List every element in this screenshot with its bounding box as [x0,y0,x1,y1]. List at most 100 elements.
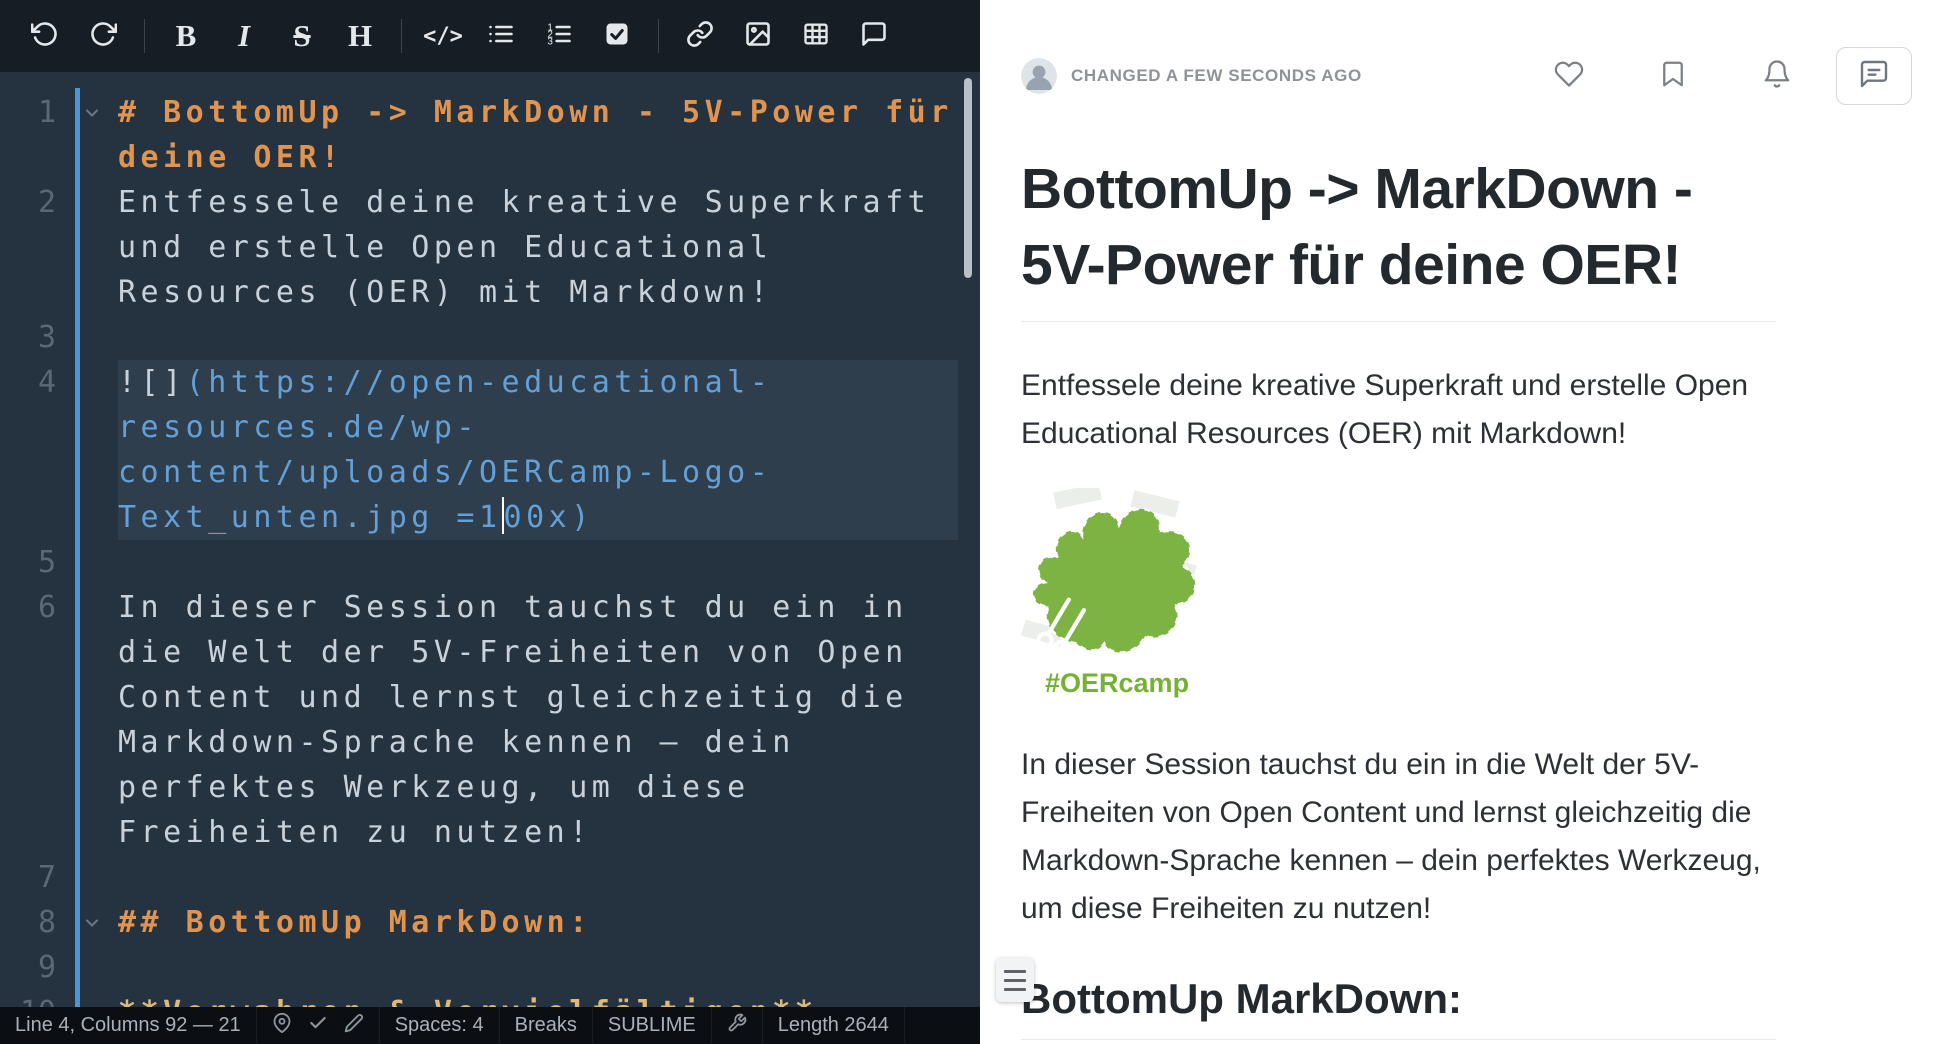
toolbar-separator [144,19,145,53]
editor-line[interactable]: 8 ## BottomUp MarkDown: [0,900,980,945]
editor-line-active[interactable]: 4 ![](https://open-educational-resources… [0,360,980,540]
bullet-list-button[interactable] [476,11,526,61]
code-line-text[interactable] [118,315,958,360]
task-list-icon [603,20,631,53]
image-button[interactable] [733,11,783,61]
code-line-text[interactable] [118,855,958,900]
code-editor[interactable]: 1 # BottomUp -> MarkDown - 5V-Power für … [0,72,980,1007]
line-number: 5 [0,540,56,585]
fold-gutter [56,585,118,855]
bell-icon [1762,59,1792,94]
line-number: 10 [0,990,56,1007]
fold-gutter[interactable] [56,900,118,945]
code-line-text[interactable] [118,945,958,990]
toolbar-separator [658,19,659,53]
linebreak-setting[interactable]: Breaks [500,1007,593,1044]
notifications-button[interactable] [1754,53,1800,99]
undo-button[interactable] [20,11,70,61]
brush-icon[interactable] [344,1013,364,1039]
italic-button[interactable]: I [219,11,269,61]
check-icon[interactable] [308,1013,328,1039]
chevron-down-icon [82,913,102,933]
intro-paragraph: Entfessele deine kreative Superkraft und… [1021,362,1776,458]
preferences-button[interactable] [712,1007,763,1044]
indent-setting[interactable]: Spaces: 4 [380,1007,500,1044]
markdown-editor-app: B I S H </> 123 [0,0,1938,1044]
heading-icon: H [348,18,372,54]
ordered-list-button[interactable]: 123 [534,11,584,61]
editor-line[interactable]: 3 [0,315,980,360]
strikethrough-button[interactable]: S [277,11,327,61]
code-icon: </> [423,24,463,49]
keymap-setting[interactable]: SUBLIME [593,1007,712,1044]
bullet-list-icon [487,20,515,53]
fold-gutter [56,990,118,1007]
oercamp-logo-image [1021,488,1206,660]
like-button[interactable] [1546,53,1592,99]
cursor-position: Line 4, Columns 92 — 21 [0,1007,257,1044]
link-button[interactable] [675,11,725,61]
image-icon [744,20,772,53]
editor-line[interactable]: 7 [0,855,980,900]
fold-gutter [56,315,118,360]
code-line-text[interactable]: Entfessele deine kreative Superkraft und… [118,180,958,315]
ordered-list-icon: 123 [545,20,573,53]
fold-gutter [56,855,118,900]
editor-line[interactable]: 10 **Verwahren & Vervielfältigen** [0,990,980,1007]
pin-icon[interactable] [272,1013,292,1039]
comment-button[interactable] [849,11,899,61]
code-button[interactable]: </> [418,11,468,61]
image-url: (https://open-educational-resources.de/w… [118,365,772,535]
line-number: 7 [0,855,56,900]
editor-pane: B I S H </> 123 [0,0,980,1044]
fold-gutter[interactable] [56,90,118,180]
line-number: 9 [0,945,56,990]
bold-button[interactable]: B [161,11,211,61]
code-line-text[interactable]: **Verwahren & Vervielfältigen** [118,990,958,1007]
code-line-text[interactable]: ![](https://open-educational-resources.d… [118,360,958,540]
line-number: 8 [0,900,56,945]
open-comments-button[interactable] [1836,47,1912,105]
editor-line[interactable]: 6 In dieser Session tauchst du ein in di… [0,585,980,855]
task-list-button[interactable] [592,11,642,61]
editor-line[interactable]: 1 # BottomUp -> MarkDown - 5V-Power für … [0,90,980,180]
line-number: 2 [0,180,56,315]
pane-resize-handle[interactable] [996,958,1034,1002]
redo-button[interactable] [78,11,128,61]
bookmark-button[interactable] [1650,53,1696,99]
editor-line[interactable]: 5 [0,540,980,585]
session-paragraph: In dieser Session tauchst du ein in die … [1021,741,1776,933]
fold-gutter [56,945,118,990]
heart-icon [1554,59,1584,94]
line-number: 3 [0,315,56,360]
fold-gutter [56,180,118,315]
rendered-markdown: BottomUp -> MarkDown - 5V-Power für dein… [980,151,1776,1040]
page-title: BottomUp -> MarkDown - 5V-Power für dein… [1021,151,1776,322]
bookmark-icon [1658,59,1688,94]
bold-icon: B [176,18,197,54]
table-button[interactable] [791,11,841,61]
avatar[interactable] [1021,58,1057,94]
code-line-text[interactable]: In dieser Session tauchst du ein in die … [118,585,958,855]
comment-icon [860,20,888,53]
editor-line[interactable]: 9 [0,945,980,990]
code-line-text[interactable]: # BottomUp -> MarkDown - 5V-Power für de… [118,90,958,180]
authorship-bar [75,88,80,1007]
heading-button[interactable]: H [335,11,385,61]
code-line-text[interactable]: ## BottomUp MarkDown: [118,900,958,945]
doc-length: Length 2644 [763,1007,905,1044]
wrench-icon [727,1013,747,1039]
logo-caption: #OERcamp [1045,668,1776,699]
editor-scrollbar[interactable] [964,78,972,278]
status-icons [257,1007,380,1044]
editor-line[interactable]: 2 Entfessele deine kreative Superkraft u… [0,180,980,315]
code-line-text[interactable] [118,540,958,585]
oercamp-logo-figure: #OERcamp [1021,488,1776,699]
redo-icon [89,20,117,53]
fold-gutter [56,540,118,585]
image-syntax: ![] [118,365,186,400]
chevron-down-icon [82,103,102,123]
image-url: 00x) [504,500,594,535]
svg-text:3: 3 [547,36,553,47]
comment-bubble-icon [1858,58,1890,95]
